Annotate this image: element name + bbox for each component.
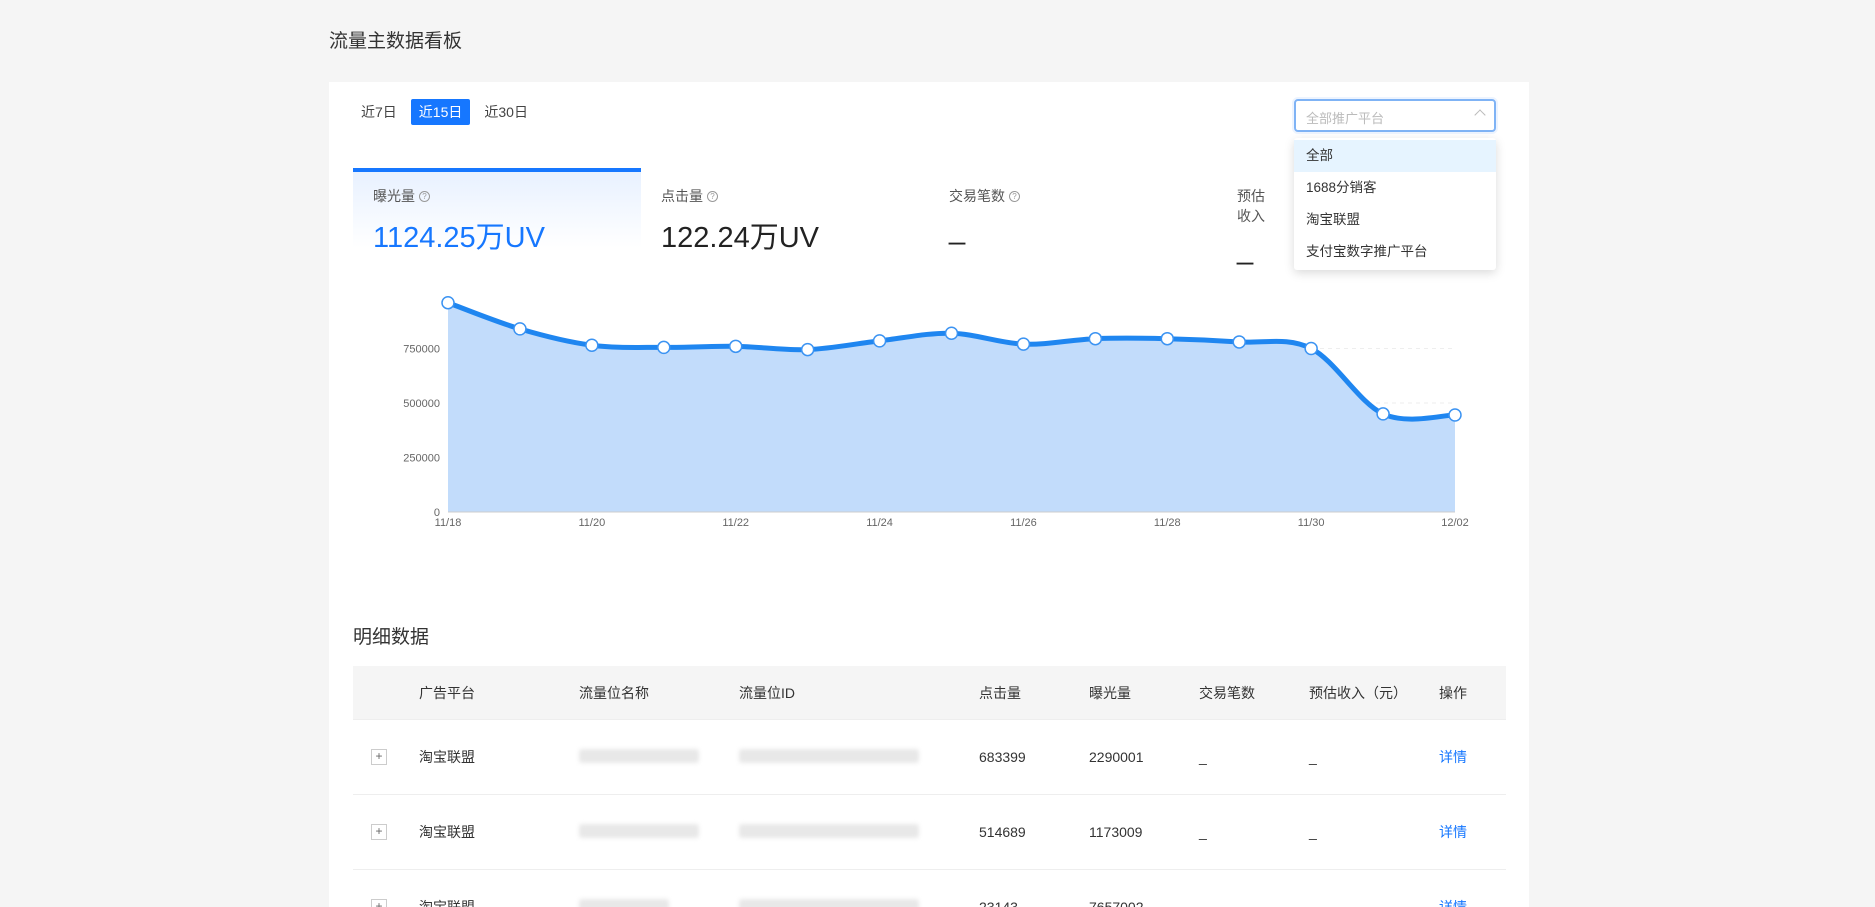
column-header: 交易笔数 xyxy=(1199,684,1255,701)
cell-platform: 淘宝联盟 xyxy=(419,749,475,765)
y-tick-label: 250000 xyxy=(403,453,440,465)
overview-card: 近7日 近15日 近30日 全部推广平台 全部 1688分销客 淘宝联盟 支付宝… xyxy=(329,82,1529,562)
table-row: + 淘宝联盟 683399 2290001 _ _ 详情 xyxy=(353,720,1506,795)
x-tick-label: 11/30 xyxy=(1298,517,1325,529)
cell-clicks: 683399 xyxy=(979,749,1026,765)
y-tick-label: 500000 xyxy=(403,398,440,410)
table-row: + 淘宝联盟 23143 7657002 _ _ 详情 xyxy=(353,870,1506,907)
data-point xyxy=(513,322,527,336)
dropdown-option-taobao[interactable]: 淘宝联盟 xyxy=(1294,204,1496,236)
cell-impressions: 7657002 xyxy=(1089,899,1144,907)
cell-clicks: 23143 xyxy=(979,899,1018,907)
x-tick-label: 11/28 xyxy=(1154,517,1181,529)
data-point xyxy=(1448,408,1462,422)
column-header: 预估收入（元） xyxy=(1309,684,1407,701)
detail-card: 明细数据 广告平台 流量位名称 流量位ID 点击量 曝光量 交易笔数 预估收入（… xyxy=(329,562,1529,907)
table-row: + 淘宝联盟 514689 1173009 _ _ 详情 xyxy=(353,795,1506,870)
data-point xyxy=(1016,337,1031,351)
column-header: 操作 xyxy=(1439,684,1467,701)
data-point xyxy=(657,340,671,355)
cell-revenue: _ xyxy=(1309,824,1317,840)
data-point xyxy=(1160,331,1175,346)
dropdown-option-1688[interactable]: 1688分销客 xyxy=(1294,172,1496,204)
detail-link[interactable]: 详情 xyxy=(1439,822,1506,842)
cell-impressions: 2290001 xyxy=(1089,749,1144,765)
dropdown-option-alipay[interactable]: 支付宝数字推广平台 xyxy=(1294,236,1496,268)
detail-link[interactable]: 详情 xyxy=(1439,747,1506,767)
cell-name-redacted xyxy=(579,748,739,766)
y-tick-label: 750000 xyxy=(403,344,440,356)
data-point xyxy=(1232,335,1246,349)
data-point xyxy=(872,334,887,348)
x-tick-label: 11/22 xyxy=(722,517,749,529)
detail-table: 广告平台 流量位名称 流量位ID 点击量 曝光量 交易笔数 预估收入（元） 操作… xyxy=(353,666,1506,907)
cell-revenue: _ xyxy=(1309,899,1317,907)
data-point xyxy=(944,326,959,340)
x-tick-label: 11/26 xyxy=(1010,517,1037,529)
data-point xyxy=(728,339,743,354)
expand-icon[interactable]: + xyxy=(371,749,387,765)
data-point xyxy=(1376,407,1390,421)
expand-icon[interactable]: + xyxy=(371,899,387,907)
data-point xyxy=(1088,331,1103,346)
cell-trades: _ xyxy=(1199,824,1207,840)
table-header: 广告平台 流量位名称 流量位ID 点击量 曝光量 交易笔数 预估收入（元） 操作 xyxy=(353,666,1506,720)
data-point xyxy=(441,295,455,310)
platform-dropdown: 全部 1688分销客 淘宝联盟 支付宝数字推广平台 xyxy=(1294,138,1496,270)
cell-platform: 淘宝联盟 xyxy=(419,824,475,840)
cell-id-redacted xyxy=(739,748,979,766)
section-title: 明细数据 xyxy=(353,627,430,648)
data-point xyxy=(585,338,599,352)
cell-id-redacted xyxy=(739,823,979,841)
x-tick-label: 12/02 xyxy=(1441,517,1469,529)
cell-id-redacted xyxy=(739,898,979,907)
cell-name-redacted xyxy=(579,823,739,841)
column-header: 广告平台 xyxy=(419,684,475,701)
x-tick-label: 11/24 xyxy=(866,517,893,529)
expand-icon[interactable]: + xyxy=(371,824,387,840)
cell-trades: _ xyxy=(1199,749,1207,765)
cell-impressions: 1173009 xyxy=(1089,824,1143,840)
data-point xyxy=(1304,341,1318,356)
cell-platform: 淘宝联盟 xyxy=(419,899,475,907)
x-tick-label: 11/20 xyxy=(578,517,605,529)
column-header: 点击量 xyxy=(979,684,1021,701)
dropdown-option-all[interactable]: 全部 xyxy=(1294,140,1496,172)
cell-clicks: 514689 xyxy=(979,824,1026,840)
cell-revenue: _ xyxy=(1309,749,1317,765)
cell-name-redacted xyxy=(579,898,739,907)
x-tick-label: 11/18 xyxy=(435,517,462,529)
column-header: 流量位ID xyxy=(739,684,795,701)
column-header: 曝光量 xyxy=(1089,684,1131,701)
detail-link[interactable]: 详情 xyxy=(1439,897,1506,907)
data-point xyxy=(800,342,815,357)
column-header: 流量位名称 xyxy=(579,684,649,701)
cell-trades: _ xyxy=(1199,899,1207,907)
page-title: 流量主数据看板 xyxy=(329,31,463,52)
